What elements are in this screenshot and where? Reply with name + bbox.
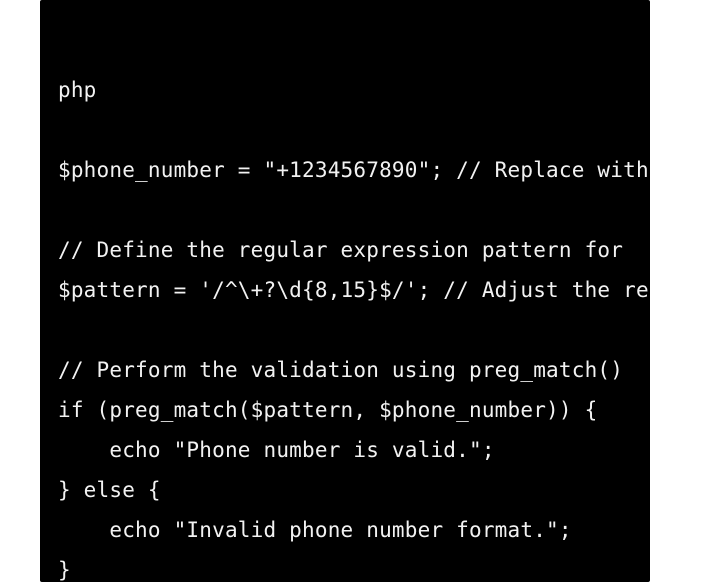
code-block: php $phone_number = "+1234567890"; // Re…: [40, 0, 650, 582]
code-content: php $phone_number = "+1234567890"; // Re…: [40, 0, 650, 582]
page-stage: php $phone_number = "+1234567890"; // Re…: [0, 0, 720, 582]
